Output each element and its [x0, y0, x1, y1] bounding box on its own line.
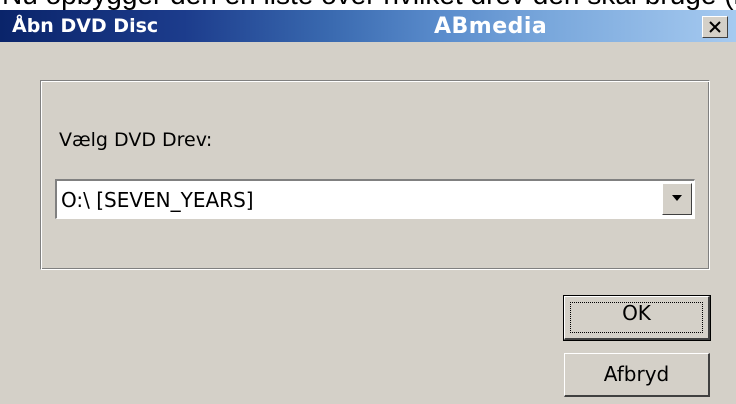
open-dvd-dialog: Åbn DVD Disc ABmedia Vælg DVD Drev: O:\ … — [0, 10, 736, 404]
ok-button-label: OK — [622, 301, 651, 325]
dialog-titlebar[interactable]: Åbn DVD Disc ABmedia — [0, 10, 736, 42]
dialog-title: Åbn DVD Disc — [12, 15, 159, 37]
drive-dropdown[interactable]: O:\ [SEVEN_YEARS] — [55, 179, 695, 219]
cancel-button-label: Afbryd — [603, 362, 670, 386]
chevron-down-icon — [672, 195, 682, 201]
drive-select-label: Vælg DVD Drev: — [59, 129, 213, 151]
dropdown-arrow-button[interactable] — [662, 183, 692, 215]
drive-groupbox: Vælg DVD Drev: O:\ [SEVEN_YEARS] — [40, 80, 710, 270]
selected-drive-value: O:\ [SEVEN_YEARS] — [61, 188, 254, 212]
ok-button[interactable]: OK — [563, 295, 711, 341]
close-icon — [709, 21, 721, 33]
cancel-button[interactable]: Afbryd — [564, 353, 710, 397]
background-article-text: Nu opbygger den en liste over hvilket dr… — [2, 0, 736, 10]
brand-logo-text: ABmedia — [434, 14, 548, 39]
close-button[interactable] — [702, 16, 728, 38]
